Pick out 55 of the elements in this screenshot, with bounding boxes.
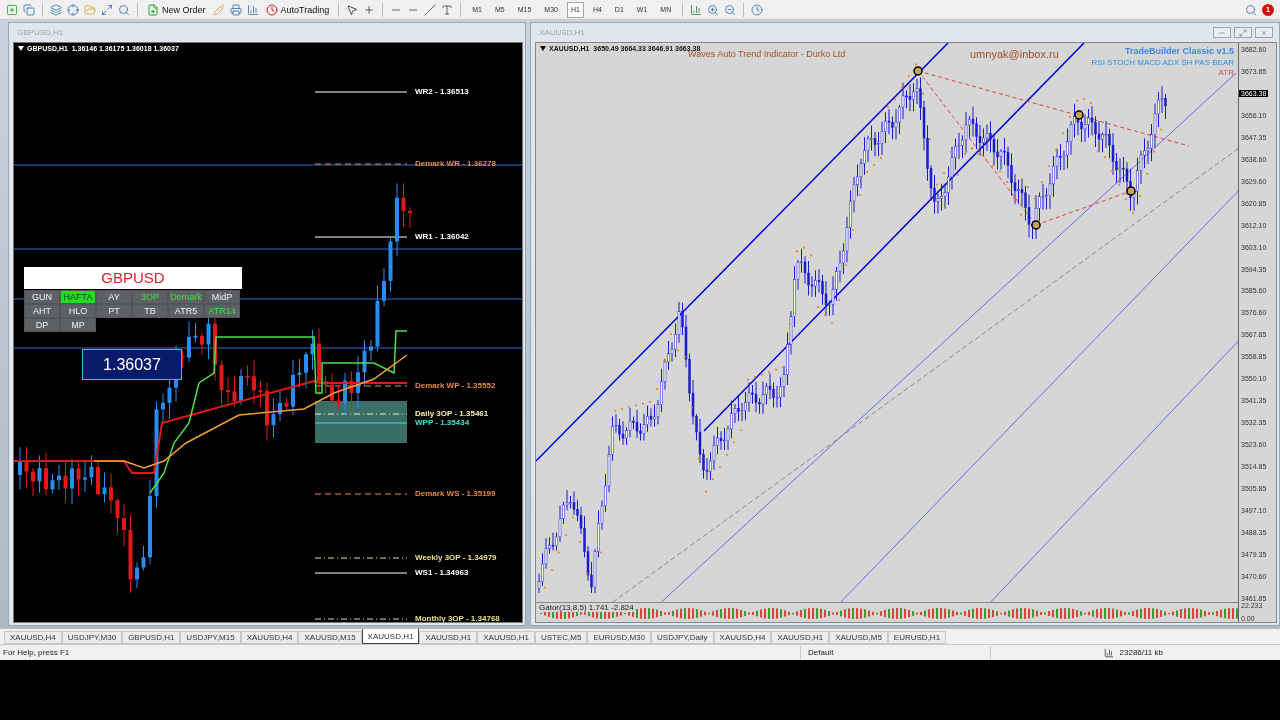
tradebuilder-indicators: RSI STOCH MACD ADX SH PAS BEAR [1091, 58, 1234, 67]
panel-title: GBPUSD [24, 267, 242, 289]
level-label: Demark WS - 1.35199 [415, 489, 496, 498]
indicator-toggle[interactable]: DP [24, 318, 60, 332]
level-label: Daily 3OP - 1.35461 [415, 409, 489, 418]
indicator-toggle[interactable]: Demark [168, 290, 204, 304]
traffic-text: 23286/11 kb [1118, 648, 1164, 657]
price-display: 1.36037 [82, 349, 182, 380]
indicator-toggle[interactable]: PT [96, 304, 132, 318]
level-label: WR1 - 1.36042 [415, 232, 469, 241]
chart-tab[interactable]: XAUUSD,H4 [240, 631, 299, 644]
chart-tab[interactable]: USDJPY,Daily [651, 631, 714, 644]
indicator-toggle[interactable]: GUN [24, 290, 60, 304]
window-title: GBPUSD,H1 [17, 28, 64, 37]
indicator-toggle[interactable]: ATR14 [204, 304, 240, 318]
notification-badge[interactable]: 1 [1262, 3, 1274, 16]
indicator-toggle[interactable]: HAFTA [60, 290, 96, 304]
email-text: umnyak@inbox.ru [970, 48, 1059, 60]
chart-tab[interactable]: XAUUSD,H1 [419, 631, 478, 644]
level-label: Demark WR - 1.36278 [415, 159, 496, 168]
level-label: WR2 - 1.36513 [415, 87, 469, 96]
chart-tab[interactable]: USDJPY,M30 [61, 631, 123, 644]
profile-name: Default [807, 648, 835, 657]
indicator-toggle[interactable]: MP [60, 318, 96, 332]
atr-label: ATR [1218, 68, 1234, 77]
level-label: Weekly 3OP - 1.34979 [415, 553, 497, 562]
indicator-toggle[interactable]: AY [96, 290, 132, 304]
indicator-toggle[interactable]: TB [132, 304, 168, 318]
indicator-toggle[interactable]: MidP [204, 290, 240, 304]
chart-tab[interactable]: USDJPY,M15 [180, 631, 241, 644]
chart-tab[interactable]: XAUUSD,H1 [477, 631, 535, 644]
level-label: WPP - 1.35434 [415, 418, 470, 427]
indicator-toggle[interactable]: ATR5 [168, 304, 204, 318]
chart-tab[interactable]: XAUUSD,M5 [829, 631, 888, 644]
level-label: Demark WP - 1.35552 [415, 381, 496, 390]
chart-tab[interactable]: USTEC,M5 [535, 631, 588, 644]
chart-tab[interactable]: EURUSD,M30 [587, 631, 652, 644]
chart-tab[interactable]: XAUUSD,H1 [361, 629, 420, 644]
chart-tab[interactable]: XAUUSD,H4 [713, 631, 772, 644]
indicator-toggle[interactable]: AHT [24, 304, 60, 318]
indicator-toggle[interactable]: HLO [60, 304, 96, 318]
chart-tab[interactable]: XAUUSD,H1 [771, 631, 830, 644]
autotrading-button[interactable]: AutoTrading [263, 0, 332, 19]
tradebuilder-title: TradeBuilder Classic v1.5 [1124, 46, 1234, 56]
chart-tab[interactable]: EURUSD,H1 [887, 631, 947, 644]
indicator-toggle[interactable]: 3OP [132, 290, 168, 304]
status-help-text: For Help, press F1 [2, 648, 71, 657]
level-label: WS1 - 1.34963 [415, 568, 469, 577]
window-title: XAUUSD,H1 [539, 28, 585, 37]
subwindow-label: Gator(13,8,5) 1.741 -2.824 [539, 603, 634, 612]
chart-tab[interactable]: XAUUSD,H4 [4, 631, 62, 644]
level-label: Monthly 3OP - 1.34768 [415, 614, 500, 622]
chart-tab[interactable]: GBPUSD,H1 [122, 631, 181, 644]
chart-tab[interactable]: XAUUSD,M15 [298, 631, 362, 644]
new-order-button[interactable]: New Order [145, 0, 208, 19]
